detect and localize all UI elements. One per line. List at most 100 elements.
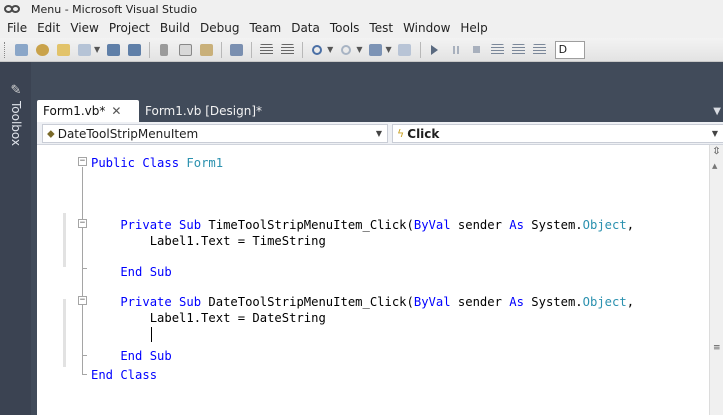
uncomment-lines-icon <box>280 43 294 56</box>
start-debugging-button[interactable] <box>425 41 445 59</box>
code-line-sub-time: Private Sub TimeToolStripMenuItem_Click(… <box>91 217 634 233</box>
menu-bar: File Edit View Project Build Debug Team … <box>0 18 723 38</box>
toolbar-separator <box>302 41 304 58</box>
indicator-margin <box>37 145 62 415</box>
keyword: Private Sub <box>91 218 209 232</box>
keyword: End Sub <box>91 265 172 279</box>
toolbox-pin-icon[interactable]: ✎ <box>8 84 24 98</box>
keyword: ByVal <box>413 218 458 232</box>
type-name: Form1 <box>186 156 224 170</box>
save-button[interactable] <box>103 41 123 59</box>
add-item-button[interactable] <box>32 41 52 59</box>
keyword: Private Sub <box>91 295 209 309</box>
menu-tools[interactable]: Tools <box>325 18 365 38</box>
outline-guide <box>82 355 87 356</box>
open-file-button[interactable] <box>53 41 73 59</box>
chevron-down-icon[interactable]: ▼ <box>712 125 718 142</box>
scroll-up-icon[interactable]: ▲ <box>712 162 717 170</box>
class-combo-value: DateToolStripMenuItem <box>57 126 199 141</box>
keyword: As <box>509 295 532 309</box>
undo-button[interactable] <box>307 41 327 59</box>
step-into-button[interactable] <box>488 41 508 59</box>
scroll-thumb-grip-icon[interactable]: ≡ <box>713 343 721 353</box>
menu-window[interactable]: Window <box>398 18 455 38</box>
menu-item-object-icon: ⬥ <box>47 126 55 140</box>
collapse-icon[interactable]: − <box>78 296 87 305</box>
navigate-backward-icon <box>368 43 382 56</box>
title-bar: Menu - Microsoft Visual Studio <box>0 0 723 18</box>
menu-edit[interactable]: Edit <box>32 18 65 38</box>
window-title: Menu - Microsoft Visual Studio <box>31 2 198 16</box>
redo-icon <box>341 44 352 55</box>
copy-button[interactable] <box>175 41 195 59</box>
navigate-backward-button[interactable] <box>365 41 385 59</box>
tab-overflow-dropdown-icon[interactable]: ▼ <box>713 106 721 117</box>
chevron-down-icon[interactable]: ▼ <box>376 125 382 142</box>
menu-help[interactable]: Help <box>455 18 492 38</box>
find-button[interactable] <box>226 41 246 59</box>
save-all-icon <box>127 43 141 56</box>
menu-data[interactable]: Data <box>286 18 325 38</box>
menu-debug[interactable]: Debug <box>195 18 244 38</box>
close-icon[interactable]: ✕ <box>111 104 121 118</box>
navigate-backward-dropdown-icon[interactable]: ▼ <box>385 45 391 54</box>
comment-button[interactable] <box>256 41 276 59</box>
code-line-end-class: End Class <box>91 367 157 383</box>
collapse-icon[interactable]: − <box>78 219 87 228</box>
new-project-button[interactable] <box>11 41 31 59</box>
step-over-icon <box>512 43 526 56</box>
add-new-item-icon <box>77 43 91 56</box>
collapse-icon[interactable]: − <box>78 157 87 166</box>
toolbar-grip[interactable] <box>4 41 7 58</box>
toolbox-tab[interactable]: Toolbox <box>6 101 26 161</box>
undo-dropdown-icon[interactable]: ▼ <box>327 45 333 54</box>
change-tracking-bar <box>63 213 66 267</box>
event-lightning-icon: ϟ <box>397 127 405 140</box>
open-folder-icon <box>56 43 70 56</box>
step-out-button[interactable] <box>530 41 550 59</box>
stop-debugging-button[interactable] <box>467 41 487 59</box>
paste-icon <box>199 43 213 56</box>
outline-guide <box>82 167 83 375</box>
break-all-button[interactable] <box>446 41 466 59</box>
menu-project[interactable]: Project <box>104 18 155 38</box>
menu-test[interactable]: Test <box>364 18 398 38</box>
undo-icon <box>312 44 323 55</box>
tab-label: Form1.vb [Design]* <box>145 104 263 118</box>
code-text-area[interactable]: − − − Public Class Form1 Private Sub Tim… <box>37 145 709 415</box>
cut-button[interactable] <box>154 41 174 59</box>
tab-form1-vb-design[interactable]: Form1.vb [Design]* <box>139 100 279 122</box>
menu-build[interactable]: Build <box>155 18 195 38</box>
step-into-icon <box>491 43 505 56</box>
save-all-button[interactable] <box>124 41 144 59</box>
menu-file[interactable]: File <box>2 18 32 38</box>
redo-button[interactable] <box>336 41 356 59</box>
paste-button[interactable] <box>196 41 216 59</box>
identifier: , <box>626 218 635 232</box>
save-icon <box>106 43 120 56</box>
solution-configuration-combo[interactable]: D <box>554 40 585 59</box>
add-new-item-button[interactable] <box>74 41 94 59</box>
play-icon <box>431 44 439 55</box>
add-item-icon <box>35 43 49 56</box>
cut-icon <box>160 43 169 56</box>
navigate-forward-icon <box>398 43 412 56</box>
comment-lines-icon <box>259 43 273 56</box>
navigate-forward-button[interactable] <box>395 41 415 59</box>
vertical-scrollbar[interactable]: ⇳ ▲ ≡ <box>709 145 723 415</box>
keyword: ByVal <box>413 295 458 309</box>
method-name-combo[interactable]: ϟ Click ▼ <box>392 124 723 143</box>
redo-dropdown-icon[interactable]: ▼ <box>356 45 362 54</box>
menu-team[interactable]: Team <box>244 18 286 38</box>
identifier: System. <box>531 218 583 232</box>
tab-form1-vb-code[interactable]: Form1.vb* ✕ <box>37 100 139 122</box>
add-new-item-dropdown-icon[interactable]: ▼ <box>94 45 100 54</box>
method-combo-value: Click <box>407 126 440 141</box>
uncomment-button[interactable] <box>277 41 297 59</box>
toolbar-separator <box>419 41 421 58</box>
menu-view[interactable]: View <box>65 18 103 38</box>
splitter-icon[interactable]: ⇳ <box>711 146 722 158</box>
step-over-button[interactable] <box>509 41 529 59</box>
code-line-time-assign: Label1.Text = TimeString <box>91 234 326 248</box>
class-name-combo[interactable]: ⬥ DateToolStripMenuItem ▼ <box>42 124 388 143</box>
